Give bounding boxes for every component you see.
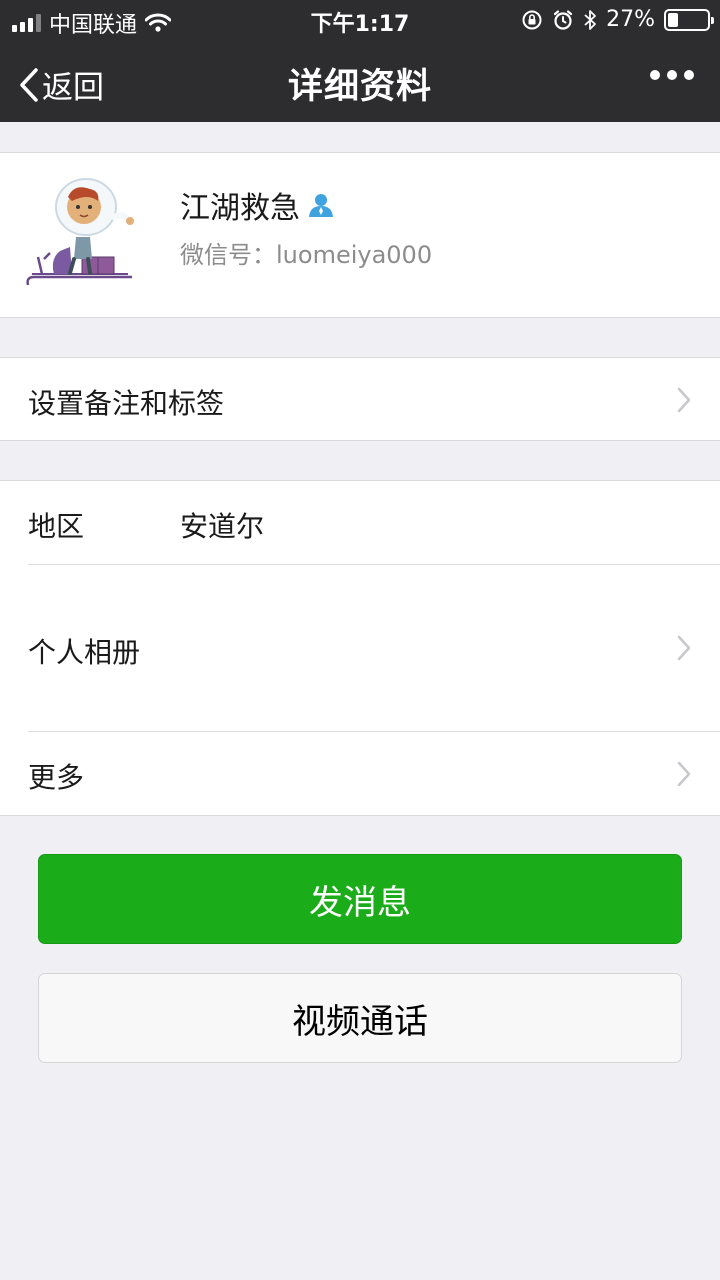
region-label: 地区 — [28, 510, 85, 543]
region-row: 地区 安道尔 — [0, 481, 720, 564]
dot-icon — [650, 70, 660, 80]
wechat-id-value: luomeiya000 — [276, 241, 433, 269]
contact-nickname-row: 江湖救急 — [180, 183, 334, 227]
chevron-right-icon — [677, 761, 691, 787]
personal-album-row[interactable]: 个人相册 — [0, 565, 720, 731]
wechat-id-label: 微信号： — [180, 241, 276, 269]
top-bar: 中国联通 下午1:17 27% 返回 详细资料 — [0, 0, 720, 122]
status-bar: 中国联通 下午1:17 27% — [0, 0, 720, 40]
region-value: 安道尔 — [180, 510, 265, 543]
dot-icon — [667, 70, 677, 80]
page-title: 详细资料 — [287, 67, 432, 107]
bluetooth-icon — [584, 9, 596, 30]
contact-nickname: 江湖救急 — [180, 191, 300, 226]
video-call-button[interactable]: 视频通话 — [38, 973, 682, 1063]
profile-card: 江湖救急 微信号：luomeiya000 — [0, 152, 720, 318]
send-message-button[interactable]: 发消息 — [38, 854, 682, 944]
more-label: 更多 — [28, 761, 85, 794]
contact-badge-icon — [309, 194, 333, 217]
battery-percent: 27% — [606, 7, 655, 32]
dot-icon — [684, 70, 694, 80]
avatar[interactable] — [24, 177, 138, 291]
info-group: 地区 安道尔 个人相册 更多 — [0, 480, 720, 816]
remark-tags-row[interactable]: 设置备注和标签 — [0, 357, 720, 441]
navigation-bar: 返回 详细资料 — [0, 40, 720, 122]
remark-tags-label: 设置备注和标签 — [28, 387, 225, 420]
chevron-right-icon — [677, 635, 691, 661]
alarm-icon — [553, 9, 573, 30]
personal-album-label: 个人相册 — [28, 636, 141, 669]
rotation-lock-icon — [522, 10, 542, 29]
chevron-right-icon — [677, 387, 691, 413]
wechat-id: 微信号：luomeiya000 — [180, 235, 432, 270]
battery-icon — [664, 8, 714, 31]
more-options-button[interactable] — [650, 70, 694, 80]
more-row[interactable]: 更多 — [0, 732, 720, 815]
